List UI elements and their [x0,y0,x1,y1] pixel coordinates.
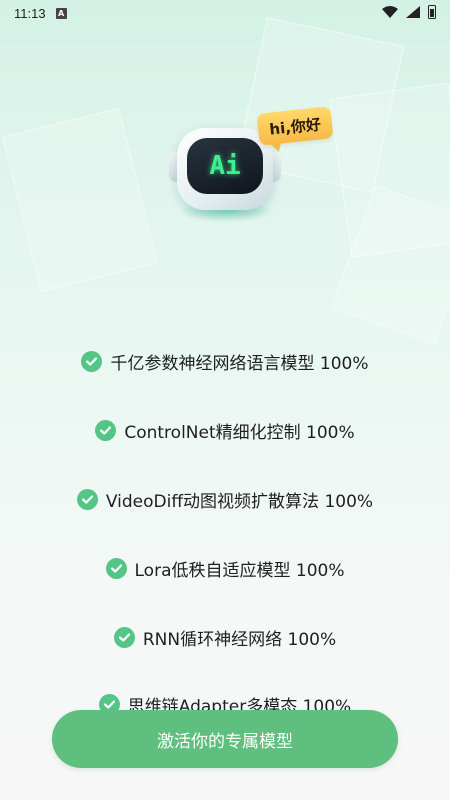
a-box-icon: A [55,7,67,19]
feature-label: 千亿参数神经网络语言模型 100% [110,354,369,374]
check-icon [81,351,103,372]
check-icon [76,489,98,510]
check-icon [113,627,135,648]
battery-icon [428,5,436,19]
feature-label: VideoDiff动图视频扩散算法 100% [105,492,374,512]
feature-item: ControlNet精细化控制 100% [0,418,450,443]
feature-label: RNN循环神经网络 100% [142,630,337,650]
status-time: 11:13 [14,5,46,21]
feature-label: ControlNet精细化控制 100% [124,423,355,443]
status-bar: 11:13 A [0,0,450,26]
status-icons [382,5,436,19]
background-decoration [2,107,158,293]
check-icon [105,558,127,579]
feature-item: 千亿参数神经网络语言模型 100% [0,349,450,374]
feature-item: VideoDiff动图视频扩散算法 100% [0,487,450,512]
robot-face-text: Ai [209,151,241,181]
check-icon [95,420,117,441]
feature-item: RNN循环神经网络 100% [0,625,450,650]
signal-icon [406,6,420,18]
robot-face: Ai [187,138,263,194]
activate-model-button[interactable]: 激活你的专属模型 [52,710,398,768]
feature-item: Lora低秩自适应模型 100% [0,556,450,581]
feature-label: Lora低秩自适应模型 100% [134,561,345,581]
wifi-icon [382,6,398,18]
